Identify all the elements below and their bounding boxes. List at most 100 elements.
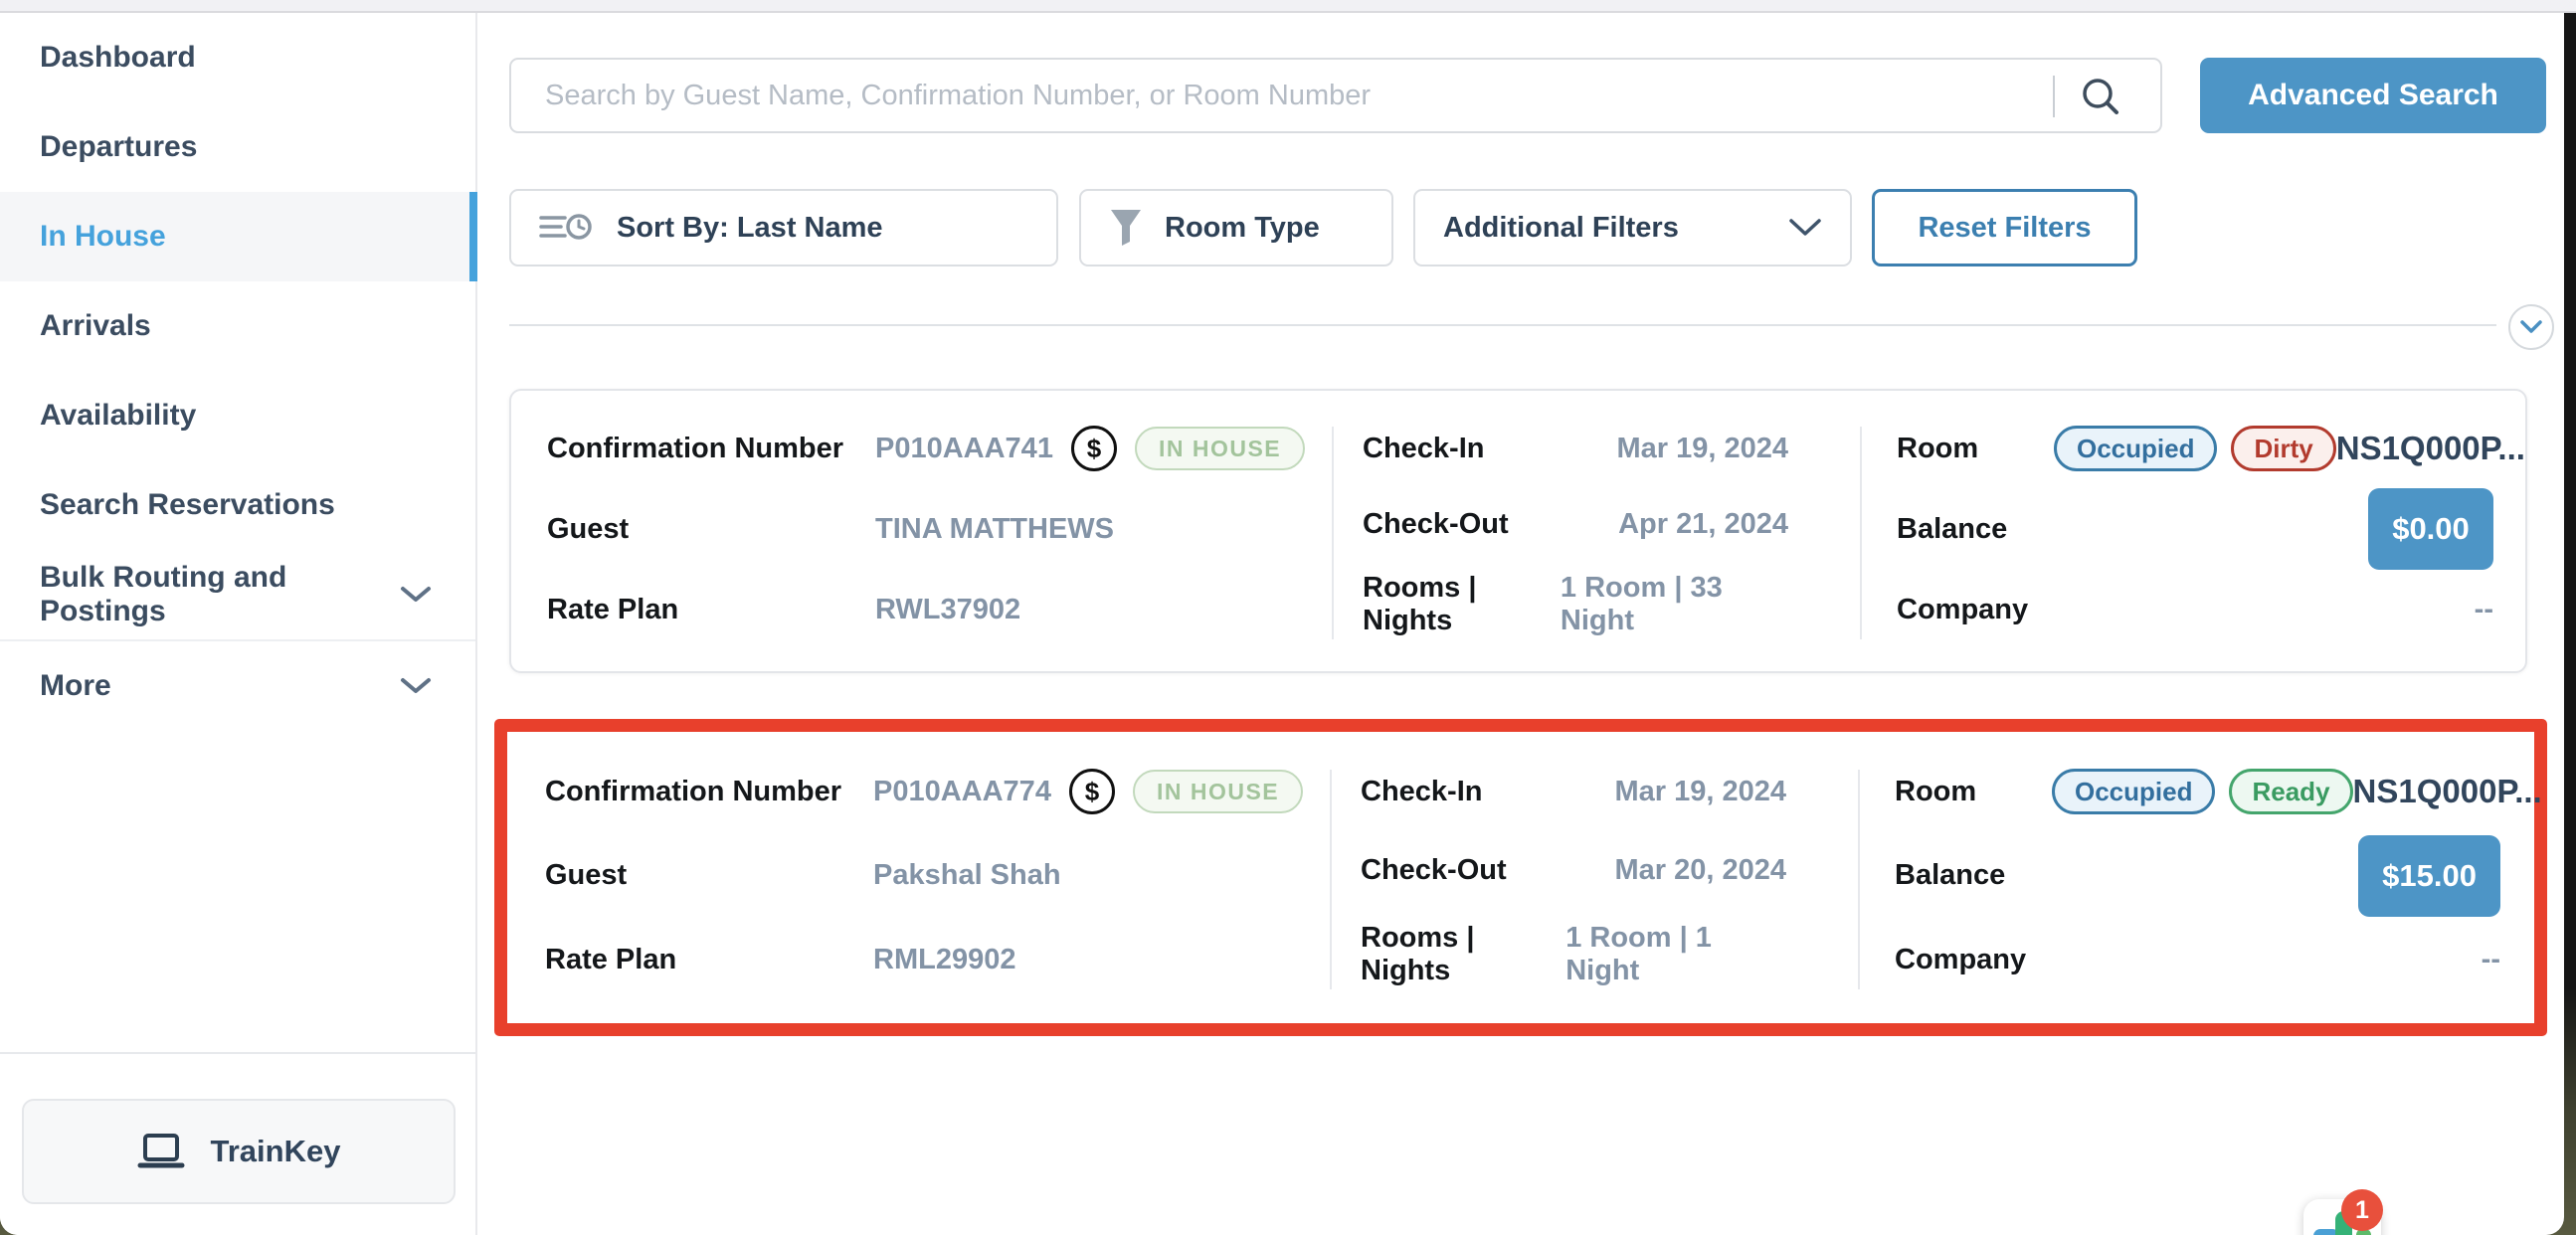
- rooms-nights-value: 1 Room | 33 Night: [1561, 572, 1788, 637]
- sidebar: Dashboard Departures In House Arrivals A…: [0, 13, 477, 1235]
- confirmation-row: Confirmation Number P010AAA774 IN HOUSE: [509, 764, 1330, 819]
- check-in-value: Mar 19, 2024: [1616, 433, 1788, 465]
- balance-row: Balance $0.00: [1861, 488, 2525, 570]
- stay-dates-column: Check-In Mar 19, 2024 Check-Out Mar 20, …: [1331, 734, 1858, 1021]
- rooms-nights-label: Rooms | Nights: [1363, 572, 1561, 637]
- check-out-row: Check-Out Apr 21, 2024: [1333, 496, 1860, 552]
- room-label: Room: [1895, 776, 2044, 808]
- status-badge: IN HOUSE: [1135, 427, 1305, 470]
- housekeeping-status-pill: Ready: [2229, 769, 2352, 814]
- room-type-dropdown[interactable]: Room Type: [1079, 189, 1393, 266]
- confirmation-number-value: P010AAA774: [873, 776, 1051, 808]
- additional-filters-label: Additional Filters: [1443, 212, 1679, 245]
- rooms-nights-label: Rooms | Nights: [1361, 922, 1565, 987]
- balance-button[interactable]: $15.00: [2358, 835, 2500, 917]
- room-status-pill: Occupied: [2052, 769, 2215, 814]
- check-out-label: Check-Out: [1361, 854, 1507, 887]
- guest-row: Guest TINA MATTHEWS: [511, 501, 1332, 557]
- chevron-down-icon: [1788, 218, 1822, 238]
- advanced-search-button[interactable]: Advanced Search: [2200, 58, 2546, 133]
- sort-by-label: Sort By: Last Name: [617, 212, 883, 245]
- confirmation-number-label: Confirmation Number: [545, 776, 873, 808]
- check-out-row: Check-Out Mar 20, 2024: [1331, 843, 1858, 899]
- reservation-info-column: Confirmation Number P010AAA741 IN HOUSE …: [511, 391, 1332, 671]
- check-out-label: Check-Out: [1363, 508, 1509, 541]
- reset-filters-button[interactable]: Reset Filters: [1872, 189, 2137, 266]
- sidebar-nav: Dashboard Departures In House Arrivals A…: [0, 13, 475, 731]
- rate-plan-row: Rate Plan RML29902: [509, 932, 1330, 987]
- sidebar-item-dashboard[interactable]: Dashboard: [0, 13, 475, 102]
- sidebar-item-label: In House: [40, 220, 166, 254]
- sidebar-item-in-house[interactable]: In House: [0, 192, 475, 281]
- company-value: --: [2475, 594, 2493, 626]
- rooms-nights-value: 1 Room | 1 Night: [1565, 922, 1786, 987]
- rate-plan-label: Rate Plan: [545, 944, 873, 976]
- check-out-value: Apr 21, 2024: [1618, 508, 1788, 541]
- room-number: NS1Q000P...: [2353, 773, 2542, 810]
- room-number: NS1Q000P...: [2336, 430, 2525, 467]
- search-bar: [509, 58, 2162, 133]
- status-badge: IN HOUSE: [1133, 770, 1303, 813]
- section-divider: [509, 324, 2496, 326]
- highlight-frame: Confirmation Number P010AAA774 IN HOUSE …: [494, 719, 2547, 1036]
- guest-label: Guest: [545, 859, 873, 892]
- room-status-pill: Occupied: [2054, 426, 2217, 471]
- company-value: --: [2482, 944, 2500, 976]
- sidebar-item-label: Departures: [40, 130, 197, 164]
- sidebar-item-search-reservations[interactable]: Search Reservations: [0, 460, 475, 550]
- rate-plan-label: Rate Plan: [547, 594, 875, 626]
- sort-icon: [539, 210, 595, 246]
- reservation-card[interactable]: Confirmation Number P010AAA741 IN HOUSE …: [509, 389, 2527, 673]
- sidebar-item-arrivals[interactable]: Arrivals: [0, 281, 475, 371]
- notification-badge: 1: [2341, 1189, 2383, 1231]
- company-label: Company: [1895, 944, 2044, 976]
- sidebar-item-availability[interactable]: Availability: [0, 371, 475, 460]
- reservation-info-column: Confirmation Number P010AAA774 IN HOUSE …: [509, 734, 1330, 1021]
- chevron-down-icon: [400, 677, 432, 695]
- sidebar-footer-divider: [0, 1052, 475, 1054]
- search-input[interactable]: [511, 60, 2160, 131]
- balance-button[interactable]: $0.00: [2368, 488, 2493, 570]
- guest-label: Guest: [547, 513, 875, 546]
- room-row: Room Occupied Dirty NS1Q000P...: [1861, 421, 2525, 476]
- check-in-row: Check-In Mar 19, 2024: [1333, 421, 1860, 476]
- collapse-section-button[interactable]: [2508, 304, 2554, 350]
- trainkey-button[interactable]: TrainKey: [22, 1099, 456, 1204]
- window-top-strip: [0, 0, 2576, 13]
- check-in-row: Check-In Mar 19, 2024: [1331, 764, 1858, 819]
- check-in-label: Check-In: [1363, 433, 1484, 465]
- sidebar-item-label: Arrivals: [40, 309, 151, 343]
- rooms-nights-row: Rooms | Nights 1 Room | 33 Night: [1333, 572, 1860, 637]
- room-row: Room Occupied Ready NS1Q000P...: [1859, 764, 2532, 819]
- rate-plan-value: RWL37902: [875, 594, 1020, 626]
- room-balance-column: Room Occupied Ready NS1Q000P... Balance …: [1859, 734, 2532, 1021]
- balance-label: Balance: [1895, 859, 2044, 892]
- sidebar-item-bulk-routing[interactable]: Bulk Routing and Postings: [0, 550, 475, 639]
- check-in-value: Mar 19, 2024: [1614, 776, 1786, 808]
- laptop-icon: [137, 1132, 185, 1171]
- sidebar-item-label: Dashboard: [40, 41, 196, 75]
- sidebar-item-departures[interactable]: Departures: [0, 102, 475, 192]
- rate-plan-row: Rate Plan RWL37902: [511, 582, 1332, 637]
- company-row: Company --: [1861, 582, 2525, 637]
- trainkey-label: TrainKey: [211, 1134, 341, 1169]
- room-balance-column: Room Occupied Dirty NS1Q000P... Balance …: [1861, 391, 2525, 671]
- room-type-label: Room Type: [1165, 212, 1320, 245]
- guest-row: Guest Pakshal Shah: [509, 848, 1330, 904]
- app-window: Dashboard Departures In House Arrivals A…: [0, 0, 2564, 1235]
- dollar-circle-icon[interactable]: [1069, 769, 1115, 814]
- search-icon[interactable]: [2079, 76, 2122, 119]
- sidebar-item-label: Search Reservations: [40, 488, 335, 522]
- balance-row: Balance $15.00: [1859, 835, 2532, 917]
- dollar-circle-icon[interactable]: [1071, 426, 1117, 471]
- additional-filters-dropdown[interactable]: Additional Filters: [1413, 189, 1852, 266]
- guest-value: TINA MATTHEWS: [875, 513, 1114, 546]
- balance-label: Balance: [1897, 513, 2046, 546]
- confirmation-number-value: P010AAA741: [875, 433, 1053, 465]
- company-row: Company --: [1859, 932, 2532, 987]
- sort-by-dropdown[interactable]: Sort By: Last Name: [509, 189, 1058, 266]
- reservation-card-highlighted[interactable]: Confirmation Number P010AAA774 IN HOUSE …: [509, 734, 2532, 1021]
- sidebar-item-more[interactable]: More: [0, 639, 475, 731]
- housekeeping-status-pill: Dirty: [2231, 426, 2335, 471]
- confirmation-row: Confirmation Number P010AAA741 IN HOUSE: [511, 421, 1332, 476]
